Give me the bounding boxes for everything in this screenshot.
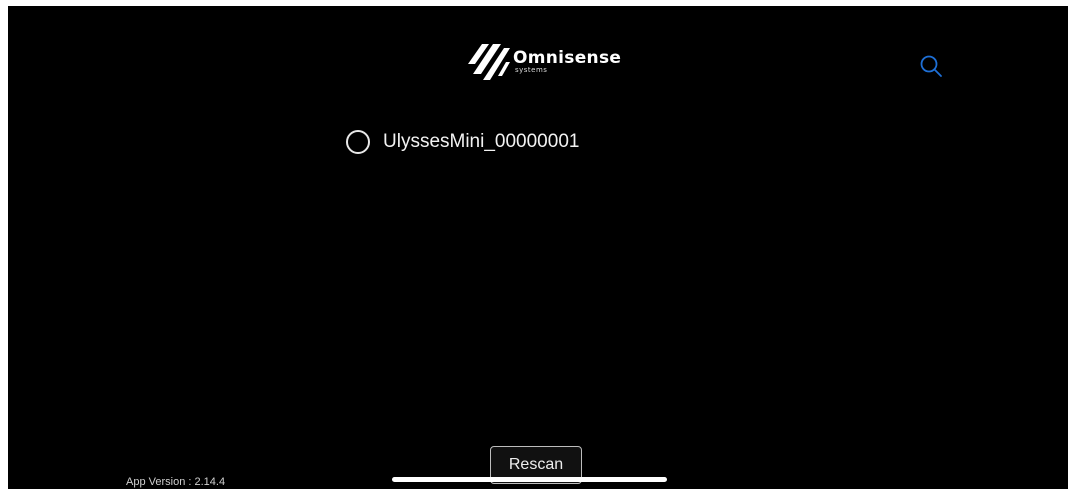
logo-subtitle: systems — [515, 66, 548, 74]
logo-text: Omnisense systems — [513, 50, 621, 74]
app-version-label: App Version : 2.14.4 — [126, 476, 226, 488]
home-indicator — [392, 477, 667, 482]
search-button[interactable] — [918, 53, 946, 81]
search-icon — [920, 55, 942, 77]
logo-name: Omnisense — [513, 48, 622, 68]
logo-stripes-icon — [468, 44, 510, 80]
omnisense-logo: Omnisense systems — [468, 42, 621, 82]
device-radio-button[interactable] — [346, 130, 370, 154]
device-list-item[interactable]: UlyssesMini_00000001 — [346, 130, 579, 154]
app-screen: Omnisense systems UlyssesMini_00000001 A… — [8, 6, 1068, 489]
device-name: UlyssesMini_00000001 — [383, 131, 580, 152]
